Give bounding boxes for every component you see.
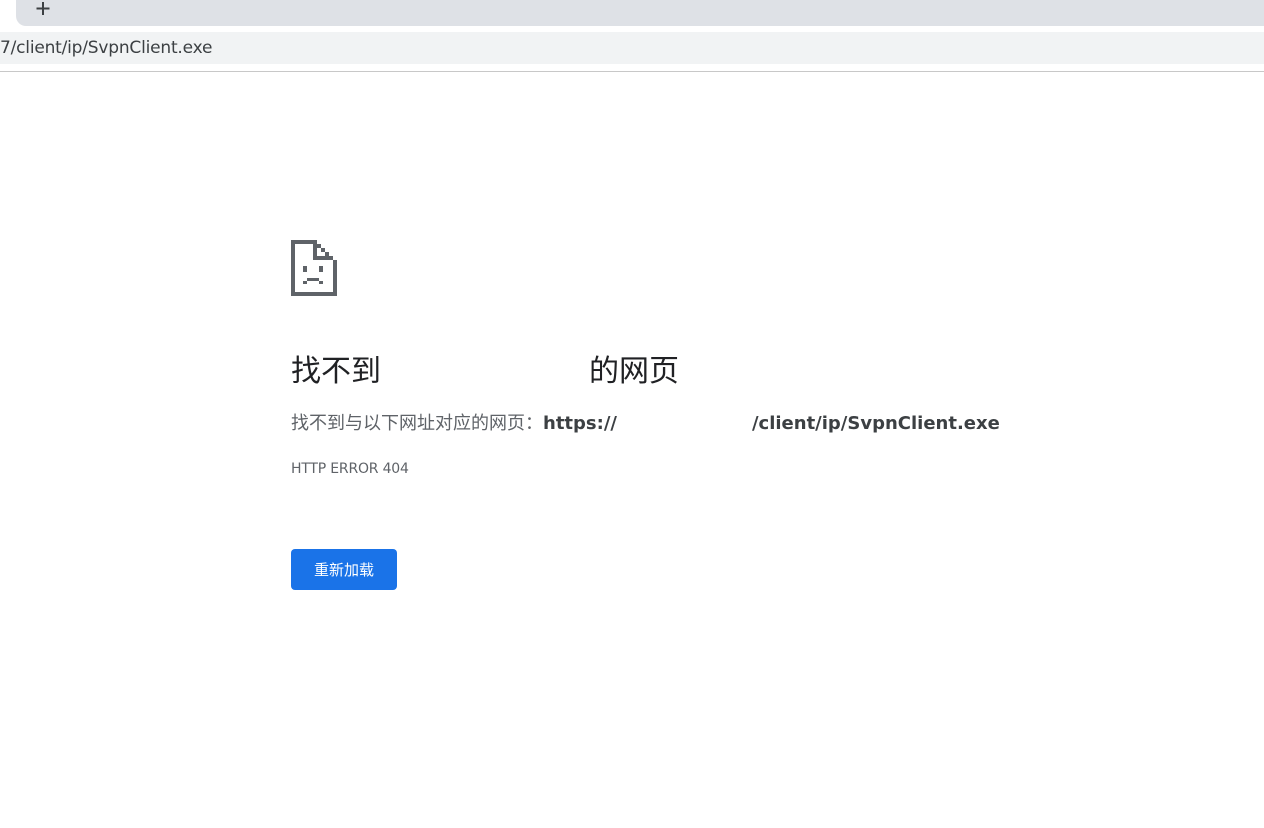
new-tab-button[interactable] bbox=[30, 0, 56, 18]
headline-prefix: 找不到 bbox=[291, 354, 381, 389]
error-headline: 找不到 的网页 bbox=[291, 352, 679, 392]
headline-suffix: 的网页 bbox=[589, 354, 679, 389]
tab-strip bbox=[0, 0, 1264, 30]
url-start: https:// bbox=[543, 413, 617, 434]
redacted-host bbox=[381, 358, 589, 388]
error-description: 找不到与以下网址对应的网页：https:// /client/ip/SvpnCli… bbox=[291, 412, 1000, 436]
redacted-url-host bbox=[617, 415, 752, 433]
description-prefix: 找不到与以下网址对应的网页： bbox=[291, 413, 543, 434]
address-text[interactable]: 7/client/ip/SvpnClient.exe bbox=[0, 38, 212, 58]
error-page: 找不到 的网页 找不到与以下网址对应的网页：https:// /client/ip/… bbox=[291, 240, 1191, 590]
address-bar[interactable]: 7/client/ip/SvpnClient.exe bbox=[0, 32, 1264, 64]
reload-button[interactable]: 重新加载 bbox=[291, 549, 397, 590]
url-end: /client/ip/SvpnClient.exe bbox=[751, 413, 1000, 434]
error-code: HTTP ERROR 404 bbox=[291, 461, 409, 477]
browser-toolbar: 7/client/ip/SvpnClient.exe bbox=[0, 30, 1264, 72]
sad-page-icon bbox=[291, 240, 337, 296]
active-tab-edge[interactable] bbox=[0, 0, 16, 30]
error-url: https:// /client/ip/SvpnClient.exe bbox=[543, 413, 1000, 434]
plus-icon bbox=[36, 2, 50, 15]
tab-strip-background bbox=[16, 0, 1264, 26]
